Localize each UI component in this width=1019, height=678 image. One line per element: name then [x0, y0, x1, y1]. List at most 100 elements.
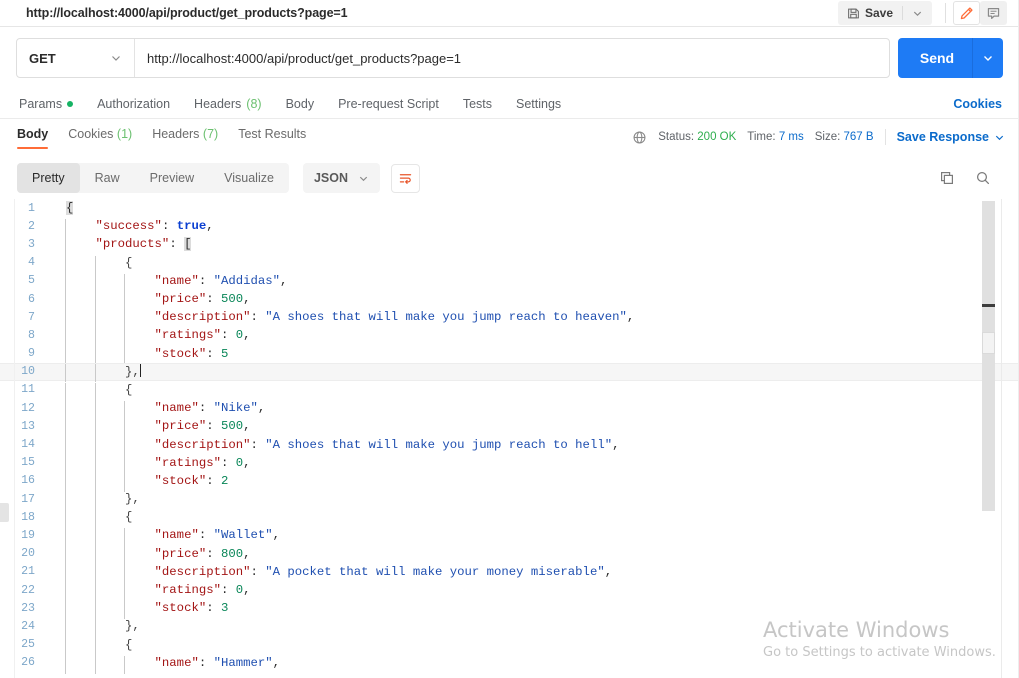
search-button[interactable] — [975, 170, 991, 186]
edit-request-button[interactable] — [953, 1, 980, 25]
code-token: { — [125, 382, 133, 397]
save-options-button[interactable] — [903, 1, 932, 25]
code-token: 5 — [220, 346, 229, 361]
view-mode-visualize[interactable]: Visualize — [209, 163, 289, 193]
line-number: 11 — [21, 383, 35, 397]
indent-guide — [94, 655, 96, 674]
code-line-content: "price": 500, — [44, 419, 251, 438]
code-token: "stock" — [154, 346, 207, 361]
send-options-button[interactable] — [973, 52, 1003, 64]
search-icon — [975, 170, 991, 186]
indent-guide — [124, 655, 126, 674]
code-line-content: "ratings": 0, — [44, 455, 251, 474]
code-token: : — [161, 219, 177, 234]
code-token: { — [125, 637, 133, 652]
tab-tests[interactable]: Tests — [463, 97, 492, 111]
text-cursor — [139, 364, 142, 378]
tab-pre-request-script[interactable]: Pre-request Script — [338, 97, 439, 111]
code-line-content: "stock": 5 — [44, 346, 229, 365]
response-tab-headers[interactable]: Headers (7) — [152, 127, 218, 149]
save-button[interactable]: Save — [838, 1, 902, 25]
response-tab-cookies-label: Cookies — [68, 127, 114, 141]
code-token: : — [198, 273, 214, 288]
code-line: 24}, — [0, 617, 1019, 638]
code-token: : — [206, 292, 221, 307]
request-tab-title[interactable]: http://localhost:4000/api/product/get_pr… — [26, 6, 348, 20]
response-tab-test-results[interactable]: Test Results — [238, 127, 306, 149]
code-token: , — [612, 437, 620, 452]
code-token: "description" — [154, 437, 251, 452]
tab-body[interactable]: Body — [286, 97, 315, 111]
line-number: 23 — [21, 601, 35, 615]
code-line-content: "description": "A pocket that will make … — [44, 564, 612, 584]
code-token: : — [250, 564, 266, 579]
code-token: "name" — [154, 273, 199, 288]
cookies-link[interactable]: Cookies — [953, 97, 1002, 111]
vertical-scrollbar-thumb[interactable] — [982, 201, 995, 511]
code-token: "name" — [154, 655, 199, 670]
editor-right-rule — [1001, 199, 1002, 678]
code-line: 26 "name": "Hammer", — [0, 654, 1019, 674]
line-number: 9 — [28, 347, 35, 361]
code-token: , — [280, 273, 288, 288]
response-tab-body-label: Body — [17, 127, 49, 141]
tab-pre-request-script-label: Pre-request Script — [338, 96, 439, 111]
save-response-label: Save Response — [896, 130, 989, 144]
code-token: : — [250, 437, 266, 452]
save-response-button[interactable]: Save Response — [897, 130, 1005, 144]
divider — [884, 129, 886, 145]
code-line: 3 "products": [ — [0, 235, 1019, 256]
view-mode-pretty[interactable]: Pretty — [17, 163, 80, 193]
tab-settings[interactable]: Settings — [516, 97, 561, 111]
code-line: 17}, — [0, 490, 1019, 511]
topbar-actions: Save — [837, 0, 1019, 27]
response-body-code-editor[interactable]: 1{2 "success": true, 3 "products": [4{5 "nam… — [0, 199, 1019, 678]
code-token: 800 — [220, 546, 244, 561]
code-token: "A pocket that will make your money mise… — [265, 564, 605, 579]
line-number: 13 — [21, 419, 35, 433]
line-number: 5 — [28, 274, 35, 288]
code-token: , — [243, 583, 251, 598]
send-button[interactable]: Send — [898, 50, 972, 66]
http-method-select[interactable]: GET — [17, 39, 134, 77]
code-line-content: "description": "A shoes that will make y… — [44, 310, 634, 329]
tab-settings-label: Settings — [516, 96, 562, 111]
code-line-content: { — [44, 510, 132, 529]
code-token: : — [206, 346, 221, 361]
code-line-content: "ratings": 0, — [44, 328, 251, 347]
code-token: true — [176, 219, 207, 234]
copy-button[interactable] — [939, 170, 955, 186]
request-url-row: GET Send — [0, 27, 1019, 89]
code-token: "Hammer" — [213, 655, 273, 670]
line-number: 2 — [28, 219, 35, 233]
request-url-input[interactable] — [135, 39, 889, 77]
status-label: Status: — [658, 131, 695, 143]
code-token: : — [220, 455, 236, 470]
chevron-down-icon — [982, 52, 994, 64]
globe-icon — [632, 130, 647, 145]
view-mode-preview[interactable]: Preview — [135, 163, 209, 193]
tab-params[interactable]: Params — [19, 97, 74, 111]
code-token: "price" — [154, 546, 207, 561]
code-line-content: }, — [44, 364, 142, 383]
line-number: 22 — [21, 583, 35, 597]
comments-button[interactable] — [980, 1, 1007, 25]
response-tab-body[interactable]: Body — [17, 127, 49, 149]
view-mode-raw[interactable]: Raw — [80, 163, 135, 193]
wrap-lines-button[interactable] — [391, 163, 420, 193]
code-line-content: { — [44, 255, 132, 274]
response-tab-test-results-label: Test Results — [238, 127, 307, 141]
line-number: 20 — [21, 547, 35, 561]
tab-authorization[interactable]: Authorization — [97, 97, 170, 111]
line-number: 8 — [28, 328, 35, 342]
code-token: "price" — [154, 292, 207, 307]
tab-headers[interactable]: Headers (8) — [194, 97, 262, 111]
response-tab-cookies[interactable]: Cookies (1) — [68, 127, 132, 149]
save-button-label: Save — [864, 6, 893, 20]
response-format-select[interactable]: JSON — [302, 163, 380, 193]
line-number: 7 — [28, 310, 35, 324]
sidebar-collapse-handle[interactable] — [0, 503, 9, 522]
size-group: Size: 767 B — [815, 131, 874, 143]
response-format-label: JSON — [313, 171, 348, 185]
request-url-container: GET — [16, 38, 890, 78]
